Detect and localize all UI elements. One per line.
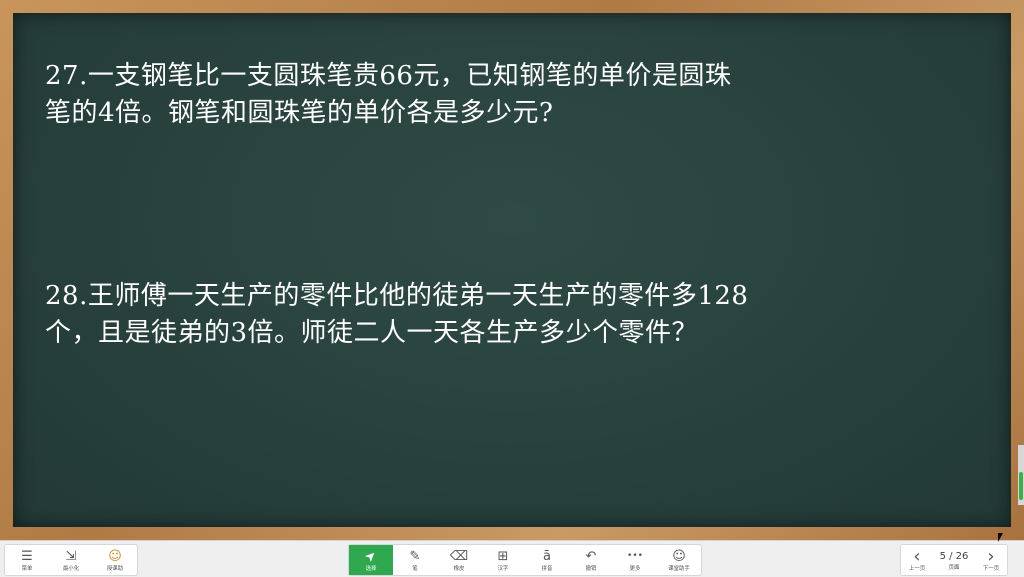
pen-tool-label: 笔 — [412, 564, 418, 572]
undo-icon: ↶ — [585, 548, 597, 564]
chevron-right-icon: › — [987, 545, 995, 567]
next-page-button[interactable]: › 下一页 — [975, 545, 1007, 575]
teaching-assistant-button[interactable]: ☺ 授课助 — [93, 545, 137, 575]
undo-label: 撤销 — [585, 564, 597, 572]
chalkboard: 27.一支钢笔比一支圆珠笔贵66元，已知钢笔的单价是圆珠 笔的4倍。钢笔和圆珠笔… — [13, 13, 1011, 527]
chalkboard-frame: 27.一支钢笔比一支圆珠笔贵66元，已知钢笔的单价是圆珠 笔的4倍。钢笔和圆珠笔… — [0, 0, 1024, 540]
classroom-assistant-button[interactable]: ☺ 课堂助手 — [657, 545, 701, 575]
classroom-assistant-label: 课堂助手 — [668, 564, 690, 572]
minimize-icon: ⇲ — [65, 548, 77, 564]
grid-icon: ⊞ — [497, 548, 509, 564]
chevron-left-icon: ‹ — [913, 545, 921, 567]
teaching-assistant-label: 授课助 — [106, 564, 124, 572]
question-27-line-1: 27.一支钢笔比一支圆珠笔贵66元，已知钢笔的单价是圆珠 — [45, 61, 732, 91]
more-icon: ••• — [627, 550, 643, 561]
next-page-label: 下一页 — [982, 564, 1000, 572]
toolbar-page-group: ‹ 上一页 5 / 26 页面 › 下一页 — [900, 544, 1008, 576]
menu-label: 菜单 — [21, 564, 33, 572]
pen-tool-button[interactable]: ✎ 笔 — [393, 545, 437, 575]
select-tool-label: 选择 — [365, 564, 377, 572]
question-27-line-2: 笔的4倍。钢笔和圆珠笔的单价各是多少元? — [45, 98, 554, 128]
page-indicator[interactable]: 5 / 26 页面 — [933, 545, 975, 575]
question-28-line-1: 28.王师傅一天生产的零件比他的徒弟一天生产的零件多128 — [45, 281, 749, 311]
eraser-tool-label: 橡皮 — [453, 564, 465, 572]
menu-button[interactable]: ☰ 菜单 — [5, 545, 49, 575]
toolbar-left-group: ☰ 菜单 ⇲ 最小化 ☺ 授课助 — [4, 544, 138, 576]
page-number: 5 / 26 — [939, 550, 969, 562]
pinyin-tool-label: 拼音 — [541, 564, 553, 572]
toolbar-tools-group: ➤ 选择 ✎ 笔 ⌫ 橡皮 ⊞ 汉字 ā 拼音 ↶ 撤销 ••• 更多 ☺ 课堂 — [348, 544, 702, 576]
undo-button[interactable]: ↶ 撤销 — [569, 545, 613, 575]
scrollbar-thumb[interactable] — [1019, 472, 1023, 500]
prev-page-label: 上一页 — [908, 564, 926, 572]
question-27: 27.一支钢笔比一支圆珠笔贵66元，已知钢笔的单价是圆珠 笔的4倍。钢笔和圆珠笔… — [45, 58, 895, 132]
assistant-icon: ☺ — [672, 548, 686, 564]
question-28-line-2: 个，且是徒弟的3倍。师徒二人一天各生产多少个零件？ — [45, 318, 699, 348]
more-button[interactable]: ••• 更多 — [613, 545, 657, 575]
menu-icon: ☰ — [21, 548, 33, 564]
pinyin-tool-button[interactable]: ā 拼音 — [525, 545, 569, 575]
avatar-icon: ☺ — [108, 548, 122, 564]
select-tool-button[interactable]: ➤ 选择 — [349, 545, 393, 575]
more-label: 更多 — [629, 564, 641, 572]
cursor-arrow-icon: ➤ — [361, 546, 380, 566]
mouse-cursor-icon — [998, 533, 1003, 542]
page-label: 页面 — [948, 563, 960, 571]
prev-page-button[interactable]: ‹ 上一页 — [901, 545, 933, 575]
eraser-tool-button[interactable]: ⌫ 橡皮 — [437, 545, 481, 575]
hanzi-tool-button[interactable]: ⊞ 汉字 — [481, 545, 525, 575]
minimize-button[interactable]: ⇲ 最小化 — [49, 545, 93, 575]
pen-icon: ✎ — [409, 548, 421, 564]
pinyin-icon: ā — [543, 548, 551, 564]
eraser-icon: ⌫ — [449, 548, 469, 564]
hanzi-tool-label: 汉字 — [497, 564, 509, 572]
question-28: 28.王师傅一天生产的零件比他的徒弟一天生产的零件多128 个，且是徒弟的3倍。… — [45, 278, 895, 352]
minimize-label: 最小化 — [62, 564, 80, 572]
bottom-toolbar: ☰ 菜单 ⇲ 最小化 ☺ 授课助 ➤ 选择 ✎ 笔 ⌫ 橡皮 ⊞ 汉字 ā 拼音… — [0, 540, 1024, 577]
